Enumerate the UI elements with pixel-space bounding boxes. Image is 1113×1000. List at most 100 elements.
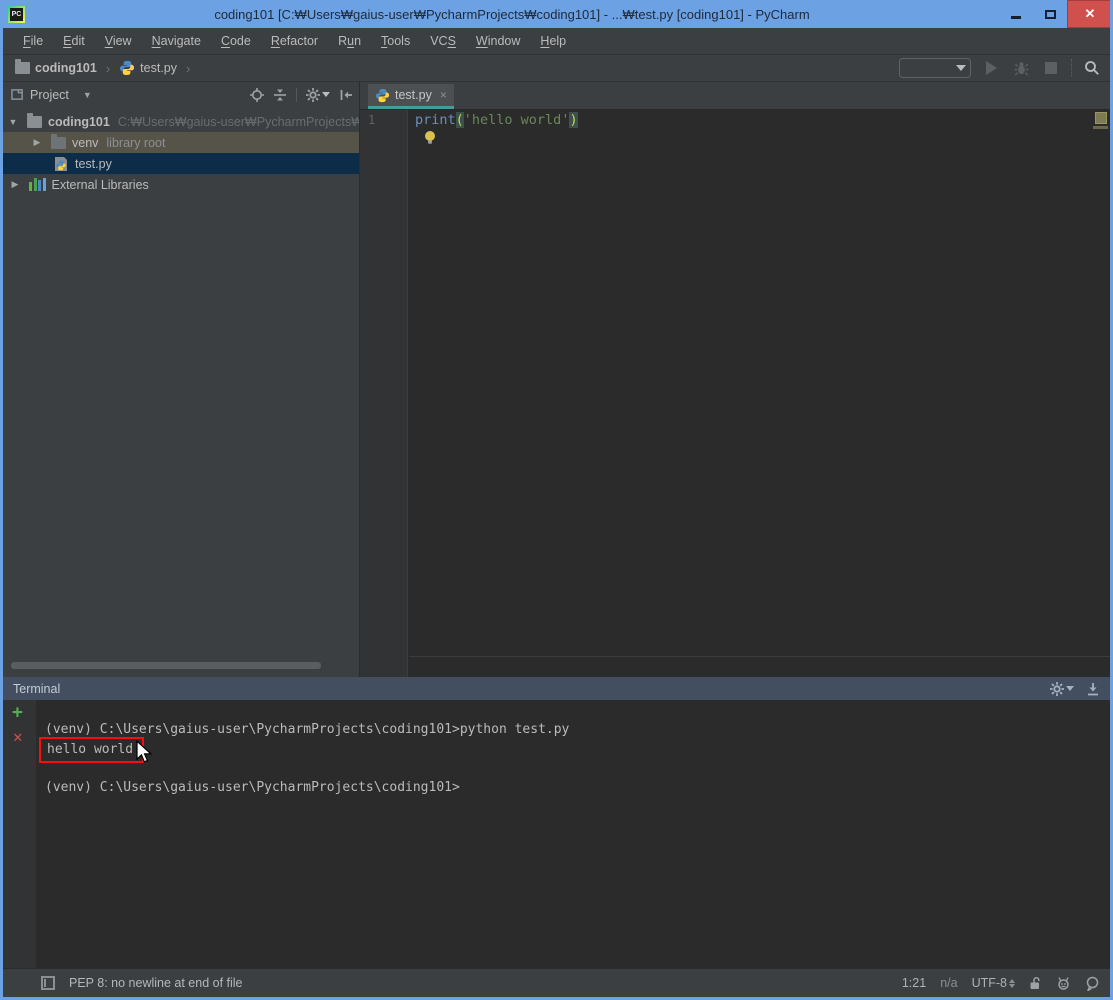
menu-item-edit[interactable]: Edit [53, 34, 95, 48]
close-session-button[interactable]: ✕ [13, 729, 23, 745]
bug-icon [1014, 61, 1029, 76]
scrollbar-thumb[interactable] [11, 662, 321, 669]
title-bar: PC coding101 [C:₩Users₩gaius-user₩Pychar… [0, 0, 1113, 28]
breadcrumb-project[interactable]: coding101 [35, 61, 97, 75]
chevron-down-icon [1066, 686, 1074, 691]
project-tool-icon [11, 88, 24, 101]
hide-panel-down-icon[interactable] [1086, 682, 1100, 696]
menu-item-view[interactable]: View [95, 34, 142, 48]
python-file-icon [53, 156, 69, 172]
gear-icon [1050, 682, 1064, 696]
toolbar-separator [1071, 59, 1072, 77]
menu-item-tools[interactable]: Tools [371, 34, 420, 48]
pycharm-logo-icon: PC [8, 6, 25, 23]
menu-item-run[interactable]: Run [328, 34, 371, 48]
libraries-icon [29, 178, 46, 191]
stop-button[interactable] [1041, 58, 1061, 78]
terminal-title: Terminal [13, 682, 60, 696]
terminal-header[interactable]: Terminal [3, 677, 1110, 700]
debug-button[interactable] [1011, 58, 1031, 78]
inspection-status-marker[interactable] [1095, 112, 1107, 124]
terminal-console[interactable]: + ✕ (venv) C:\Users\gaius-user\PycharmPr… [3, 700, 1110, 968]
updown-arrows-icon [1009, 979, 1015, 988]
code-token-string: 'hello world' [464, 112, 570, 128]
tree-item-label: coding101 [48, 115, 110, 129]
chevron-right-icon: › [186, 61, 190, 76]
menu-item-window[interactable]: Window [466, 34, 530, 48]
project-panel-title[interactable]: Project [30, 88, 69, 102]
terminal-prompt-line: (venv) C:\Users\gaius-user\PycharmProjec… [45, 780, 460, 795]
search-everywhere-button[interactable] [1082, 58, 1102, 78]
editor-tab-bar: test.py × [360, 82, 1110, 110]
menu-item-help[interactable]: Help [530, 34, 576, 48]
run-configuration-select[interactable] [899, 58, 971, 78]
editor-body[interactable]: 1 print('hello world') [360, 110, 1110, 677]
code-token-open-paren: ( [456, 112, 464, 128]
tab-label: test.py [395, 88, 432, 102]
folder-icon [51, 137, 66, 149]
chevron-down-icon[interactable]: ▼ [83, 90, 92, 100]
hide-panel-icon[interactable] [339, 88, 353, 102]
code-line: print('hello world') [415, 112, 1110, 128]
mouse-cursor [134, 740, 152, 764]
collapse-arrow-icon[interactable]: ▶ [31, 137, 43, 148]
project-settings-button[interactable] [306, 88, 330, 102]
terminal-toolbar: + ✕ [3, 700, 36, 968]
terminal-command-line: (venv) C:\Users\gaius-user\PycharmProjec… [45, 722, 569, 737]
main-area: Project ▼ ▼ coding101 [3, 82, 1110, 677]
new-session-button[interactable]: + [12, 704, 23, 722]
folder-icon [15, 62, 30, 74]
menu-item-vcs[interactable]: VCS [420, 34, 466, 48]
maximize-button[interactable] [1033, 0, 1067, 28]
horizontal-scrollbar[interactable] [3, 662, 359, 669]
collapse-arrow-icon[interactable]: ▶ [9, 179, 21, 190]
run-toolbar [899, 58, 1102, 78]
menu-item-file[interactable]: File [13, 34, 53, 48]
locate-file-icon[interactable] [250, 88, 264, 102]
python-file-icon [375, 88, 390, 103]
window-controls: ✕ [999, 0, 1113, 28]
menu-item-code[interactable]: Code [211, 34, 261, 48]
chevron-down-icon [322, 92, 330, 97]
tab-testpy[interactable]: test.py × [368, 84, 454, 109]
folder-icon [27, 116, 42, 128]
minimize-button[interactable] [999, 0, 1033, 28]
tree-item-label: External Libraries [52, 178, 149, 192]
lock-icon[interactable] [1029, 976, 1042, 990]
project-tree: ▼ coding101 C:₩Users₩gaius-user₩PycharmP… [3, 111, 359, 195]
gear-icon [306, 88, 320, 102]
tree-item-external-libraries[interactable]: ▶ External Libraries [3, 174, 359, 195]
close-button[interactable]: ✕ [1067, 0, 1113, 28]
tree-item-path: C:₩Users₩gaius-user₩PycharmProjects₩codi… [118, 115, 359, 129]
tab-close-icon[interactable]: × [440, 88, 447, 102]
scrollbar-error-stripe [1093, 126, 1108, 129]
inspection-profile-icon[interactable] [1056, 976, 1071, 991]
event-log-icon[interactable] [1085, 976, 1100, 991]
tree-item-venv[interactable]: ▶ venv library root [3, 132, 359, 153]
menu-item-navigate[interactable]: Navigate [142, 34, 211, 48]
chevron-right-icon: › [106, 61, 110, 76]
terminal-output-line: hello world [47, 742, 133, 757]
expand-arrow-icon[interactable]: ▼ [7, 117, 19, 127]
code-editor[interactable]: print('hello world') [408, 110, 1110, 677]
run-button[interactable] [981, 58, 1001, 78]
annotation-red-box: hello world [39, 737, 144, 763]
tree-item-project-root[interactable]: ▼ coding101 C:₩Users₩gaius-user₩PycharmP… [3, 111, 359, 132]
intention-bulb-icon[interactable] [424, 130, 436, 146]
terminal-settings-button[interactable] [1050, 682, 1074, 696]
breadcrumb-file[interactable]: test.py [140, 61, 177, 75]
line-separator-widget[interactable]: n/a [940, 976, 957, 990]
menu-item-refactor[interactable]: Refactor [261, 34, 328, 48]
caret-position-widget[interactable]: 1:21 [902, 976, 926, 990]
collapse-all-icon[interactable] [273, 88, 287, 102]
encoding-widget[interactable]: UTF-8 [972, 976, 1015, 990]
navigation-bar: coding101 › test.py › [3, 55, 1110, 82]
tree-item-testpy[interactable]: test.py [3, 153, 359, 174]
minimize-icon [1011, 16, 1021, 19]
code-token-close-paren: ) [569, 112, 577, 128]
toolwindow-toggle-icon[interactable] [41, 976, 55, 990]
line-number: 1 [368, 113, 375, 127]
maximize-icon [1045, 10, 1056, 19]
search-icon [1084, 60, 1100, 76]
window-title: coding101 [C:₩Users₩gaius-user₩PycharmPr… [25, 7, 999, 22]
